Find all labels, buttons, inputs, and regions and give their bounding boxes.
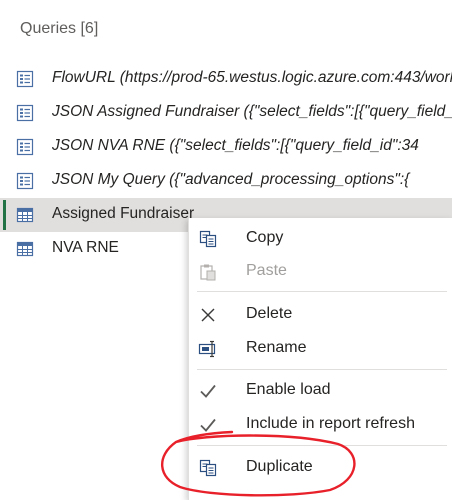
parameter-icon [16, 138, 34, 156]
menu-item-label: Rename [246, 339, 307, 356]
menu-item-paste[interactable]: Paste [189, 255, 452, 287]
menu-separator [197, 445, 447, 446]
menu-item-label: Include in report refresh [246, 415, 415, 432]
menu-item-label: Paste [246, 262, 287, 279]
query-item-label: Assigned Fundraiser [52, 205, 195, 222]
checkmark-icon [200, 384, 216, 398]
menu-item-delete[interactable]: Delete [189, 298, 452, 330]
menu-separator [197, 369, 447, 370]
query-item-label: JSON My Query ({"advanced_processing_opt… [52, 171, 410, 188]
menu-item-enable-load[interactable]: Enable load [189, 374, 452, 406]
menu-item-include-in-report-refresh[interactable]: Include in report refresh [189, 408, 452, 440]
query-item-label: NVA RNE [52, 239, 119, 256]
delete-icon [201, 308, 215, 322]
menu-item-duplicate[interactable]: Duplicate [189, 451, 452, 483]
menu-item-label: Duplicate [246, 458, 313, 475]
table-icon [16, 241, 34, 257]
menu-item-label: Delete [246, 305, 293, 322]
queries-header: Queries [6] [20, 20, 99, 37]
menu-item-rename[interactable]: Rename [189, 332, 452, 364]
menu-item-copy[interactable]: Copy [189, 222, 452, 254]
parameter-icon [16, 172, 34, 190]
menu-separator [197, 291, 447, 292]
parameter-icon [16, 104, 34, 122]
table-icon [16, 207, 34, 223]
query-item-label: FlowURL (https://prod-65.westus.logic.az… [52, 69, 452, 86]
copy-icon [199, 230, 217, 248]
query-item-label: JSON NVA RNE ({"select_fields":[{"query_… [52, 137, 419, 154]
menu-item-label: Copy [246, 229, 284, 246]
context-menu: Copy Paste Delete Rename Enable load Inc… [188, 218, 452, 500]
query-item-label: JSON Assigned Fundraiser ({"select_field… [52, 103, 452, 120]
query-item-json-assigned-fundraiser[interactable]: JSON Assigned Fundraiser ({"select_field… [0, 96, 452, 130]
menu-item-label: Enable load [246, 381, 331, 398]
duplicate-icon [199, 459, 217, 477]
checkmark-icon [200, 418, 216, 432]
query-item-json-nva-rne[interactable]: JSON NVA RNE ({"select_fields":[{"query_… [0, 130, 452, 164]
query-item-flowurl[interactable]: FlowURL (https://prod-65.westus.logic.az… [0, 62, 452, 96]
rename-icon [198, 340, 216, 358]
parameter-icon [16, 70, 34, 88]
query-item-json-my-query[interactable]: JSON My Query ({"advanced_processing_opt… [0, 164, 452, 198]
paste-icon [200, 264, 216, 281]
